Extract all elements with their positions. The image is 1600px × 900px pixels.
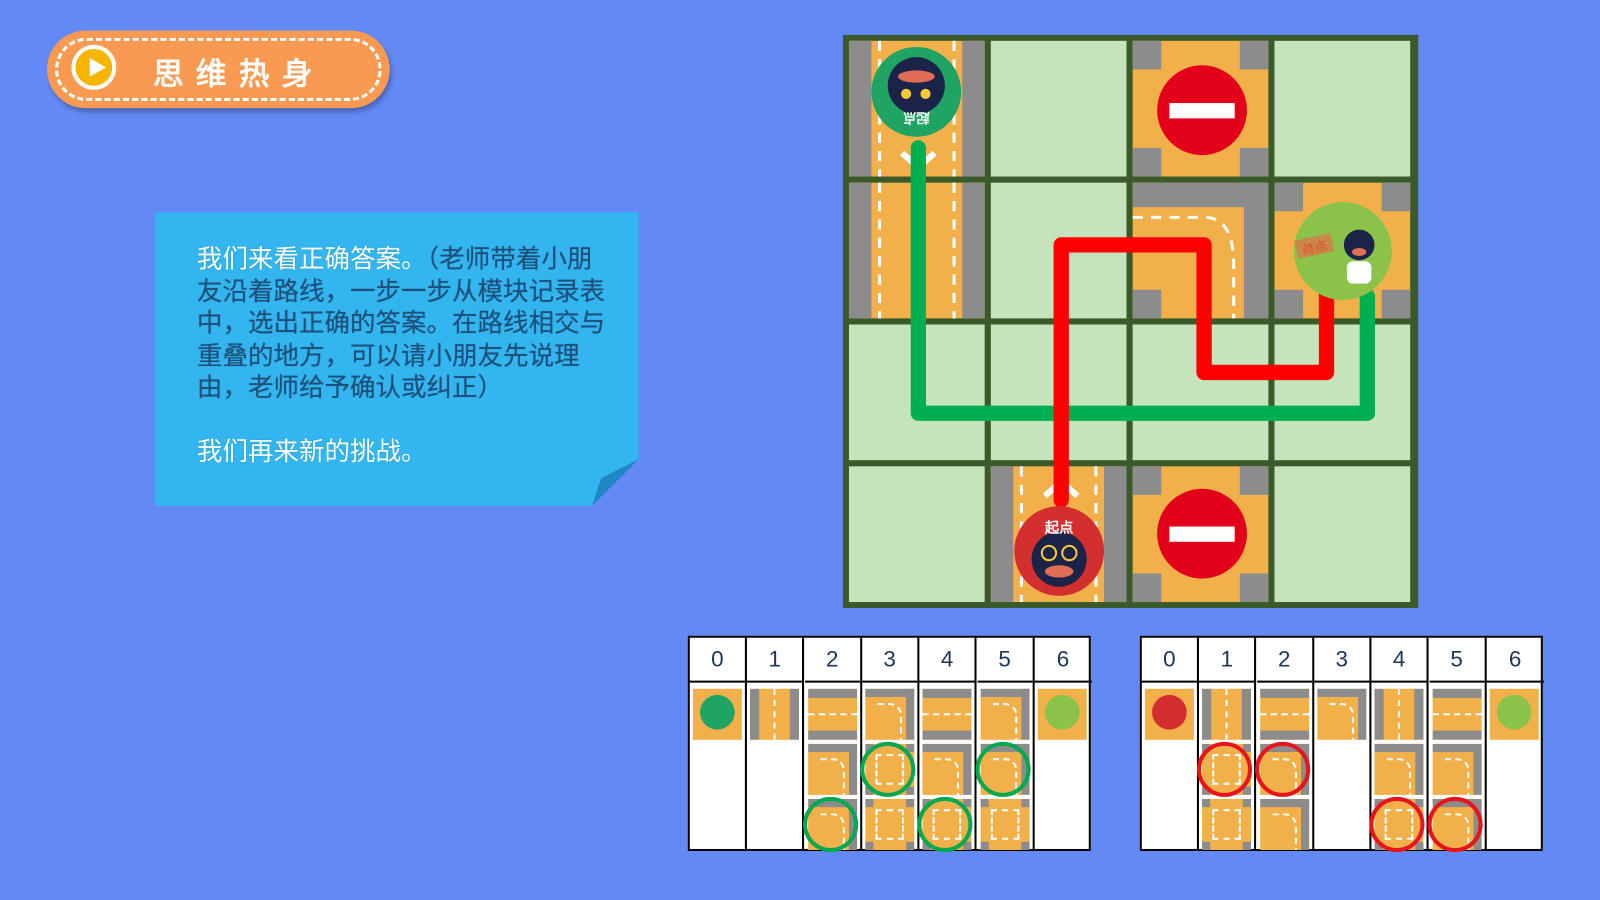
curve-tile[interactable] <box>1259 798 1309 850</box>
column-2: 2 <box>1254 637 1314 850</box>
column-1: 1 <box>747 637 805 849</box>
selected-ring-marker <box>860 741 916 797</box>
grass-cell <box>1274 324 1411 461</box>
finish-tile[interactable] <box>1489 688 1539 740</box>
column-0: 0 <box>1141 637 1199 849</box>
green-start-token: 起点 <box>871 46 962 137</box>
no-entry-sign-bottom <box>1157 488 1247 579</box>
start-red-tile[interactable] <box>1144 688 1194 740</box>
grass-cell <box>990 40 1127 177</box>
selected-ring-marker <box>1254 741 1310 797</box>
red-route-record-table: 0123456 <box>1139 635 1544 853</box>
selected-ring-marker <box>802 796 858 853</box>
column-4: 4 <box>917 637 977 853</box>
column-header: 0 <box>689 638 745 683</box>
column-header: 6 <box>1486 638 1544 683</box>
selected-ring-marker <box>1427 796 1483 853</box>
column-6: 6 <box>1486 638 1544 849</box>
column-header: 4 <box>1371 638 1427 683</box>
vertical-tile[interactable] <box>1202 688 1252 740</box>
horizontal-tile[interactable] <box>1259 688 1309 740</box>
column-4: 4 <box>1369 637 1429 853</box>
column-5: 5 <box>974 637 1035 850</box>
column-header: 4 <box>919 638 975 683</box>
column-5: 5 <box>1427 637 1487 853</box>
selected-ring-marker <box>974 741 1031 797</box>
column-2: 2 <box>802 637 862 853</box>
column-header: 1 <box>747 638 803 683</box>
curve-tile[interactable] <box>865 688 915 740</box>
column-header: 2 <box>804 638 860 683</box>
curve-tile[interactable] <box>1374 743 1424 795</box>
column-header: 5 <box>977 638 1033 683</box>
vertical-tile[interactable] <box>750 688 800 740</box>
note-intro: 我们来看正确答案。 <box>196 243 427 274</box>
column-0: 0 <box>689 637 747 849</box>
finish-tile[interactable] <box>1037 688 1087 740</box>
cross-tile[interactable] <box>865 798 915 850</box>
red-start-label: 起点 <box>1044 520 1074 537</box>
curve-tile[interactable] <box>807 743 857 795</box>
warmup-header-button[interactable]: 思维热身 <box>46 30 390 109</box>
play-icon <box>71 44 117 90</box>
vertical-tile[interactable] <box>1374 688 1424 740</box>
note-next-challenge: 我们再来新的挑战。 <box>196 436 427 466</box>
curve-tile[interactable] <box>1317 688 1367 740</box>
instruction-note: 我们来看正确答案。（老师带着小朋友沿着路线，一步一步从模块记录表中，选出正确的答… <box>155 212 639 507</box>
column-header: 2 <box>1256 638 1312 683</box>
column-header: 6 <box>1034 638 1092 683</box>
column-header: 0 <box>1141 638 1197 683</box>
column-1: 1 <box>1197 637 1257 850</box>
grass-cell <box>1274 40 1411 177</box>
curve-tile[interactable] <box>922 743 972 795</box>
selected-ring-marker <box>1197 741 1253 797</box>
column-6: 6 <box>1034 638 1092 849</box>
column-header: 5 <box>1429 638 1485 683</box>
red-start-token: 起点 <box>1014 506 1105 596</box>
finish-token: 终点 <box>1293 202 1392 300</box>
path-board: 起点 起点 终点 <box>842 34 1419 609</box>
selected-ring-marker <box>917 796 973 853</box>
column-3: 3 <box>1314 637 1372 849</box>
selected-ring-marker <box>1369 796 1425 853</box>
cross-tile[interactable] <box>1202 798 1252 850</box>
column-header: 3 <box>862 638 918 683</box>
curve-tile[interactable] <box>980 688 1030 740</box>
horizontal-tile[interactable] <box>1432 688 1482 740</box>
grass-cell <box>848 466 985 603</box>
horizontal-tile[interactable] <box>807 688 857 740</box>
green-start-label: 起点 <box>903 109 931 126</box>
header-title: 思维热身 <box>153 57 325 93</box>
cross-tile[interactable] <box>980 798 1030 850</box>
grass-cell <box>1274 466 1411 603</box>
column-header: 3 <box>1314 638 1370 683</box>
start-green-tile[interactable] <box>692 688 742 740</box>
no-entry-sign-top <box>1157 65 1247 156</box>
curve-tile[interactable] <box>1432 743 1482 795</box>
green-route-record-table: 0123456 <box>687 635 1092 853</box>
column-header: 1 <box>1199 638 1255 683</box>
column-3: 3 <box>860 637 920 850</box>
horizontal-tile[interactable] <box>922 688 972 740</box>
